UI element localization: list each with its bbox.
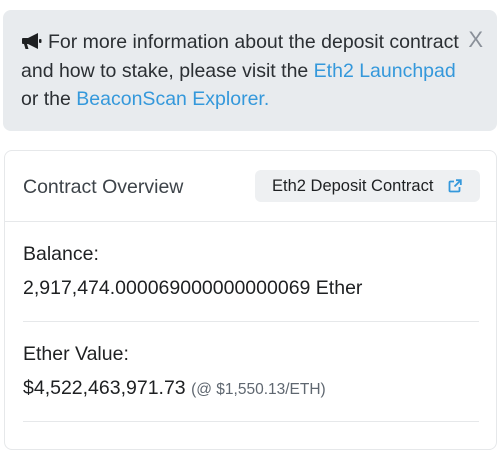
external-link-icon [448, 179, 462, 193]
contract-overview-card: Contract Overview Eth2 Deposit Contract … [4, 150, 497, 450]
megaphone-icon [22, 33, 42, 49]
ether-value-label: Ether Value: [23, 343, 129, 365]
alert-message: For more information about the deposit c… [21, 28, 461, 114]
info-alert: For more information about the deposit c… [3, 10, 497, 131]
balance-label: Balance: [23, 243, 99, 265]
card-header: Contract Overview Eth2 Deposit Contract [5, 151, 496, 222]
ether-value-amount: $4,522,463,971.73 [23, 377, 186, 399]
deposit-button-label: Eth2 Deposit Contract [272, 177, 434, 195]
divider [23, 321, 479, 322]
eth2-launchpad-link[interactable]: Eth2 Launchpad [314, 60, 456, 82]
ether-rate: (@ $1,550.13/ETH) [191, 381, 326, 398]
beaconscan-explorer-link[interactable]: BeaconScan Explorer. [76, 88, 269, 110]
eth2-deposit-contract-button[interactable]: Eth2 Deposit Contract [255, 170, 480, 202]
alert-text-middle: or the [21, 88, 77, 110]
divider [23, 421, 479, 422]
close-alert-button[interactable]: X [468, 28, 483, 52]
card-title: Contract Overview [23, 176, 184, 198]
balance-value: 2,917,474.000069000000000069 Ether [23, 277, 363, 299]
ether-value: $4,522,463,971.73 (@ $1,550.13/ETH) [23, 376, 326, 402]
